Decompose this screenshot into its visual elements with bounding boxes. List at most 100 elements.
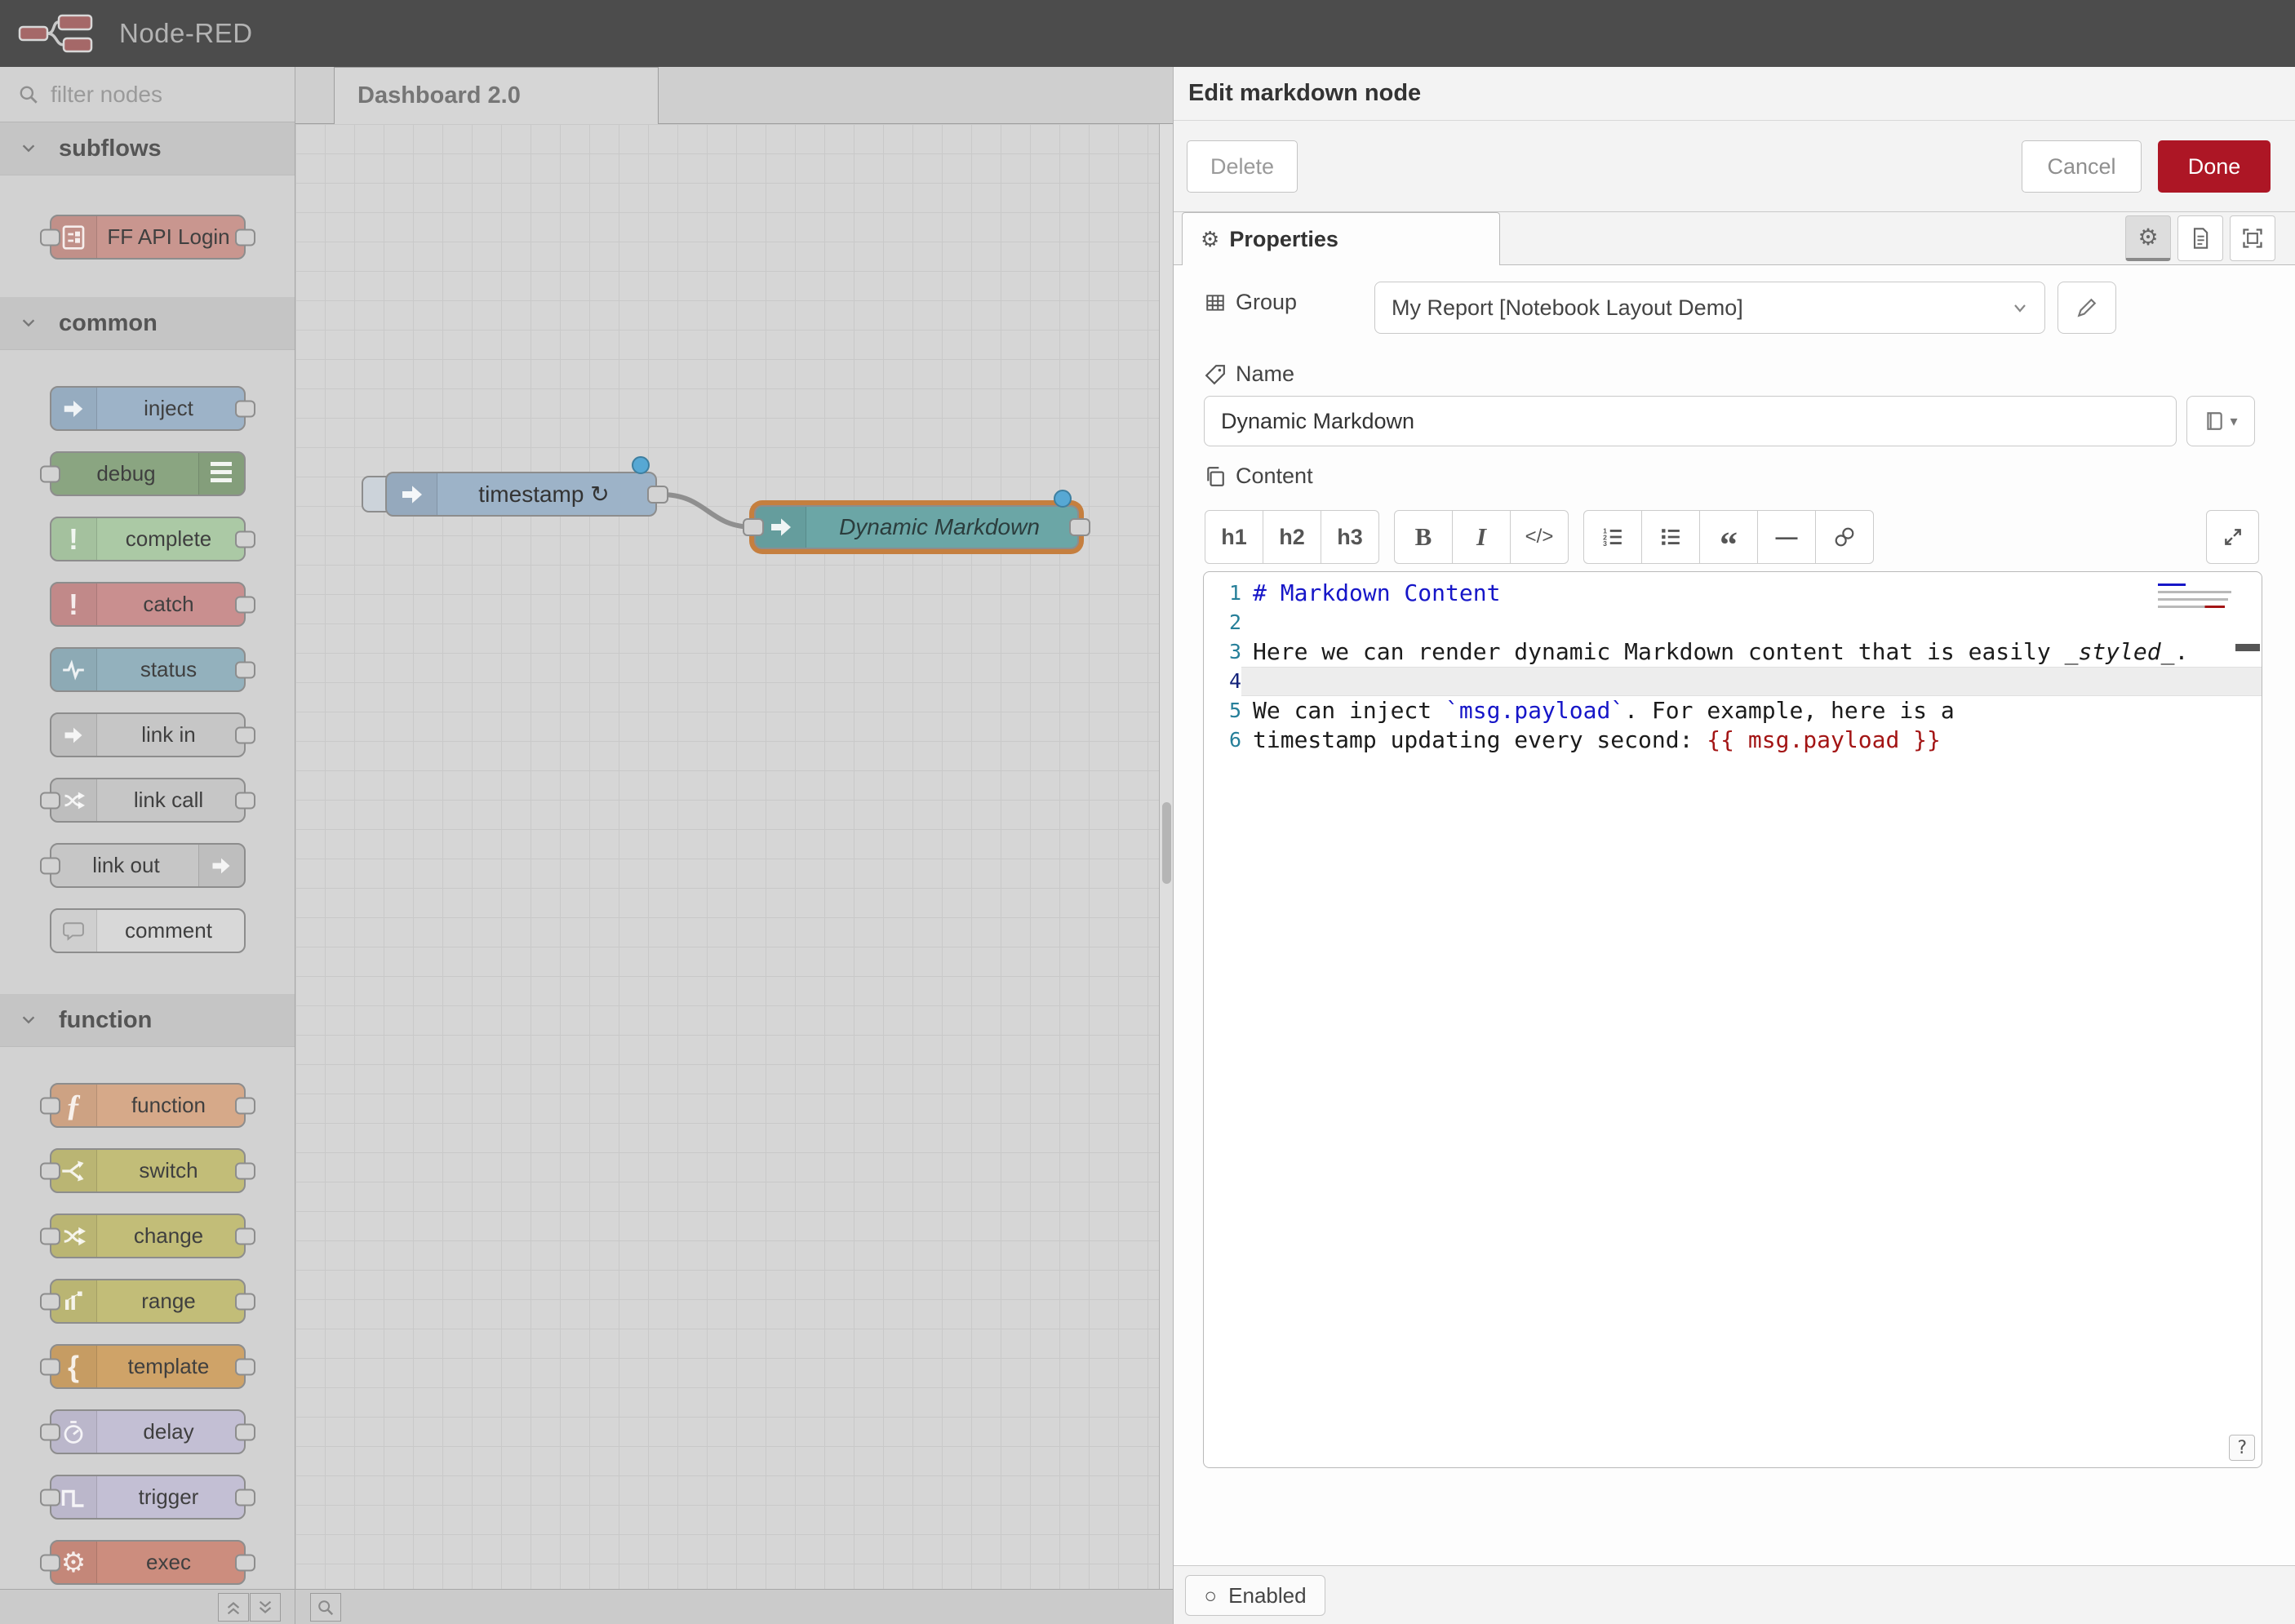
- node-port[interactable]: [235, 1489, 255, 1506]
- node-port[interactable]: [40, 1489, 60, 1506]
- palette-node-link-call[interactable]: link call: [50, 778, 246, 823]
- node-port[interactable]: [40, 1097, 60, 1114]
- node-port[interactable]: [235, 792, 255, 809]
- description-view-button[interactable]: [2177, 215, 2223, 261]
- expand-editor-button[interactable]: [2206, 510, 2259, 564]
- palette: filter nodes subflows FF API Login: [0, 67, 295, 1624]
- markdown-code-editor[interactable]: 1 # Markdown Content 2 3 Here we can ren…: [1203, 571, 2262, 1468]
- palette-node-ff-api-login[interactable]: FF API Login: [50, 215, 246, 260]
- palette-node-link-out[interactable]: link out: [50, 843, 246, 888]
- node-port[interactable]: [40, 465, 60, 482]
- h2-button[interactable]: h2: [1263, 510, 1321, 564]
- node-port[interactable]: [40, 1423, 60, 1440]
- flow-node-dynamic-markdown[interactable]: Dynamic Markdown: [754, 505, 1079, 549]
- palette-node-delay[interactable]: delay: [50, 1409, 246, 1454]
- node-port[interactable]: [235, 661, 255, 678]
- node-port[interactable]: [40, 1554, 60, 1571]
- node-port[interactable]: [40, 1227, 60, 1245]
- node-port[interactable]: [235, 1227, 255, 1245]
- bold-button[interactable]: B: [1394, 510, 1453, 564]
- palette-node-exec[interactable]: ⚙ exec: [50, 1540, 246, 1585]
- canvas-vertical-scrollbar[interactable]: [1159, 124, 1173, 1589]
- group-select[interactable]: My Report [Notebook Layout Demo]: [1374, 282, 2045, 334]
- exclamation-icon: !: [51, 583, 97, 625]
- workspace-grid[interactable]: timestamp ↻ Dynamic Markdown: [295, 124, 1173, 1589]
- palette-node-inject[interactable]: inject: [50, 386, 246, 431]
- palette-node-complete[interactable]: ! complete: [50, 517, 246, 561]
- palette-expand-all-button[interactable]: [250, 1593, 281, 1622]
- palette-node-change[interactable]: change: [50, 1214, 246, 1258]
- node-output-port[interactable]: [1069, 518, 1090, 536]
- node-port[interactable]: [235, 596, 255, 613]
- node-port[interactable]: [235, 1358, 255, 1375]
- code-lines: 1 # Markdown Content 2 3 Here we can ren…: [1204, 572, 2262, 755]
- inject-arrow-icon: [387, 473, 437, 515]
- scrollbar-thumb[interactable]: [1162, 802, 1171, 884]
- palette-node-trigger[interactable]: trigger: [50, 1475, 246, 1520]
- ordered-list-button[interactable]: [1583, 510, 1642, 564]
- node-port[interactable]: [40, 1358, 60, 1375]
- node-port[interactable]: [235, 1162, 255, 1179]
- search-flows-button[interactable]: [310, 1593, 341, 1622]
- palette-node-template[interactable]: { template: [50, 1344, 246, 1389]
- node-port[interactable]: [235, 229, 255, 246]
- palette-node-function[interactable]: ƒ function: [50, 1083, 246, 1128]
- italic-button[interactable]: I: [1452, 510, 1511, 564]
- delete-button[interactable]: Delete: [1187, 140, 1298, 193]
- cancel-button[interactable]: Cancel: [2022, 140, 2142, 193]
- node-port[interactable]: [235, 1097, 255, 1114]
- node-port[interactable]: [40, 857, 60, 874]
- palette-collapse-all-button[interactable]: [218, 1593, 249, 1622]
- name-type-button[interactable]: ▾: [2186, 396, 2255, 446]
- horizontal-rule-button[interactable]: —: [1757, 510, 1816, 564]
- edit-panel-buttonbar: Delete Cancel Done: [1174, 121, 2295, 212]
- node-port[interactable]: [40, 229, 60, 246]
- palette-node-catch[interactable]: ! catch: [50, 582, 246, 627]
- edit-panel-title: Edit markdown node: [1174, 67, 2295, 121]
- palette-node-range[interactable]: range: [50, 1279, 246, 1324]
- h3-button[interactable]: h3: [1321, 510, 1379, 564]
- node-output-port[interactable]: [647, 486, 668, 504]
- chevron-down-icon: [20, 1011, 38, 1029]
- node-port[interactable]: [235, 726, 255, 743]
- node-port[interactable]: [40, 1162, 60, 1179]
- category-common[interactable]: common: [0, 297, 295, 350]
- flow-node-timestamp[interactable]: timestamp ↻: [385, 472, 657, 517]
- edit-group-button[interactable]: [2058, 282, 2116, 334]
- done-button[interactable]: Done: [2158, 140, 2271, 193]
- name-input[interactable]: [1204, 396, 2177, 446]
- node-port[interactable]: [235, 530, 255, 548]
- code-line-active: 4: [1204, 667, 2262, 696]
- code-button[interactable]: </>: [1510, 510, 1569, 564]
- changed-indicator-dot: [1054, 490, 1072, 508]
- h1-button[interactable]: h1: [1205, 510, 1263, 564]
- node-port[interactable]: [40, 1293, 60, 1310]
- palette-search-input[interactable]: filter nodes: [0, 67, 295, 122]
- palette-node-status[interactable]: status: [50, 647, 246, 692]
- appearance-view-button[interactable]: [2230, 215, 2275, 261]
- enabled-toggle-button[interactable]: ○ Enabled: [1185, 1575, 1325, 1616]
- node-port[interactable]: [235, 1293, 255, 1310]
- node-port[interactable]: [235, 1423, 255, 1440]
- blockquote-button[interactable]: “: [1699, 510, 1758, 564]
- link-button[interactable]: [1815, 510, 1874, 564]
- tab-dashboard-2.0[interactable]: Dashboard 2.0: [334, 67, 659, 124]
- editor-minimap[interactable]: [2158, 579, 2236, 613]
- category-subflows[interactable]: subflows: [0, 122, 295, 175]
- tab-properties[interactable]: ⚙ Properties: [1182, 212, 1500, 265]
- properties-view-button[interactable]: ⚙: [2125, 215, 2171, 261]
- unordered-list-button[interactable]: [1641, 510, 1700, 564]
- editor-help-button[interactable]: ?: [2229, 1435, 2255, 1461]
- palette-node-switch[interactable]: switch: [50, 1148, 246, 1193]
- node-port[interactable]: [235, 400, 255, 417]
- palette-node-comment[interactable]: comment: [50, 908, 246, 953]
- node-port[interactable]: [235, 1554, 255, 1571]
- category-function[interactable]: function: [0, 994, 295, 1047]
- name-label: Name: [1205, 362, 1294, 387]
- document-icon: [2189, 227, 2212, 250]
- palette-node-link-in[interactable]: link in: [50, 712, 246, 757]
- node-port[interactable]: [40, 792, 60, 809]
- search-icon: [18, 84, 39, 105]
- node-input-port[interactable]: [743, 518, 764, 536]
- palette-node-debug[interactable]: debug: [50, 451, 246, 496]
